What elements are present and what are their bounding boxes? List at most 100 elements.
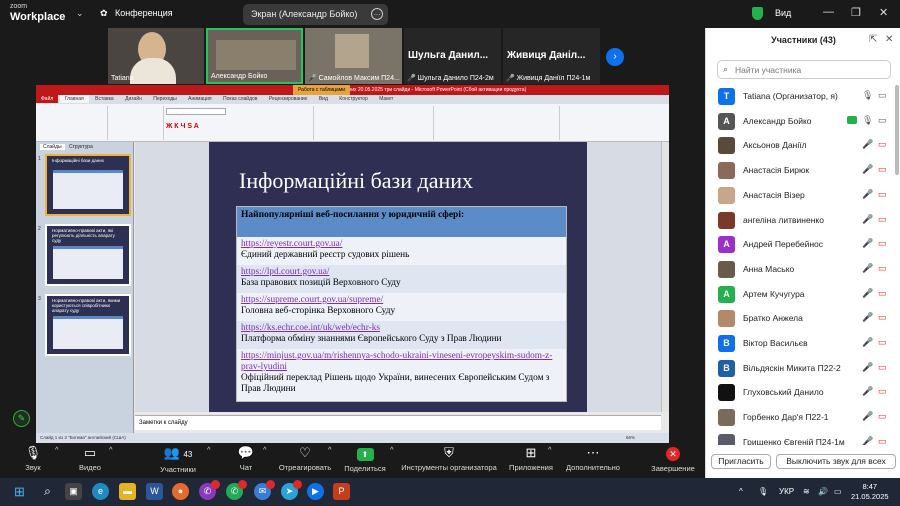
participant-row[interactable]: B Вільдяскін Микита П22-2 🎤 ▭ (706, 357, 900, 381)
chat-options-caret[interactable]: ^ (263, 445, 267, 454)
camera-off-icon[interactable]: ▭ (878, 139, 887, 150)
participants-scrollbar[interactable] (895, 85, 899, 175)
battery-icon[interactable]: ▭ (834, 487, 842, 496)
camera-off-icon[interactable]: ▭ (878, 189, 887, 200)
tab-layout[interactable]: Макет (374, 95, 398, 103)
video-button[interactable]: ▭ Видео (74, 445, 106, 472)
ribbon-group-font[interactable]: Ж К Ч S A (164, 106, 314, 140)
windows-start-icon[interactable]: ⊞ (11, 483, 28, 500)
mic-off-icon[interactable]: 🎤 (862, 337, 873, 348)
mic-off-icon[interactable]: 🎤 (862, 164, 873, 175)
tab-view[interactable]: Вид (314, 95, 333, 103)
invite-button[interactable]: Пригласить (711, 454, 771, 469)
camera-off-icon[interactable]: ▭ (878, 386, 887, 397)
ribbon-group-paragraph[interactable] (314, 106, 434, 140)
camera-off-icon[interactable]: ▭ (878, 411, 887, 422)
camera-off-icon[interactable]: ▭ (878, 238, 887, 249)
participant-row[interactable]: Грищенко Євгеній П24-1м 🎤 ▭ (706, 431, 900, 445)
chevron-down-icon[interactable]: ⌄ (76, 8, 84, 19)
zoom-level[interactable]: 66% (626, 435, 635, 440)
mic-off-icon[interactable]: 🎤 (862, 238, 873, 249)
edge-icon[interactable]: e (92, 483, 109, 500)
mute-all-button[interactable]: Выключить звук для всех (776, 454, 896, 469)
audio-options-caret[interactable]: ^ (55, 445, 59, 454)
keyboard-language[interactable]: УКР (779, 487, 794, 496)
video-options-caret[interactable]: ^ (109, 445, 113, 454)
video-tile-tatiana[interactable]: Tatiana (108, 28, 204, 84)
video-tile-zhyvytsia[interactable]: Живиця Даніл... 🎤 Живиця Даніїл П24-1м (503, 28, 600, 84)
participant-row[interactable]: A Андрей Перебейнос 🎤 ▭ (706, 233, 900, 257)
tab-review[interactable]: Рецензирование (264, 95, 313, 103)
audio-button[interactable]: 🎙 Звук (20, 445, 46, 472)
camera-off-icon[interactable]: ▭ (878, 214, 887, 225)
mic-off-icon[interactable]: 🎤 (862, 263, 873, 274)
close-panel-icon[interactable]: ✕ (885, 34, 893, 45)
next-page-arrow-icon[interactable]: › (606, 48, 624, 66)
participant-row[interactable]: T Tatiana (Организатор, я) 🎙 ▭ (706, 85, 900, 109)
editor-scrollbar[interactable] (661, 142, 669, 412)
chat-button[interactable]: 💬 Чат (236, 445, 256, 472)
view-button[interactable]: Вид (775, 8, 791, 18)
task-view-icon[interactable]: ▣ (65, 483, 82, 500)
participant-row[interactable]: Горбенко Дар'я П22-1 🎤 ▭ (706, 406, 900, 430)
tab-outline[interactable]: Структура (66, 144, 96, 150)
participant-row[interactable]: Анна Масько 🎤 ▭ (706, 258, 900, 282)
slide-thumbnail-1[interactable]: Інформаційні бази даних (45, 154, 131, 216)
system-clock[interactable]: 8:47 21.05.2025 (851, 482, 889, 502)
tab-animation[interactable]: Анимация (183, 95, 216, 103)
participant-row[interactable]: B Віктор Васильєв 🎤 ▭ (706, 332, 900, 356)
participant-row[interactable]: ангеліна литвиненко 🎤 ▭ (706, 209, 900, 233)
apps-options-caret[interactable]: ^ (548, 445, 552, 454)
close-icon[interactable]: ✕ (879, 6, 888, 19)
link-echr[interactable]: https://ks.echr.coe.int/uk/web/echr-ks (241, 323, 562, 334)
wifi-icon[interactable]: ≋ (803, 487, 810, 496)
volume-icon[interactable]: 🔊 (818, 487, 828, 496)
search-icon[interactable]: ⌕ (39, 483, 56, 500)
ribbon-group-slides[interactable] (108, 106, 164, 140)
tab-transitions[interactable]: Переходы (148, 95, 181, 103)
telegram-icon[interactable]: ➤ (281, 480, 302, 500)
video-tile-active-speaker[interactable]: Александр Бойко (206, 28, 303, 84)
participant-row[interactable]: Анастасія Візер 🎤 ▭ (706, 184, 900, 208)
tab-insert[interactable]: Вставка (90, 95, 119, 103)
camera-icon[interactable]: ▭ (878, 90, 887, 101)
camera-off-icon[interactable]: ▭ (878, 312, 887, 323)
participant-row[interactable]: Аксьонов Даніїл 🎤 ▭ (706, 134, 900, 158)
slide-thumbnail-3[interactable]: Нормативно-правові акти, якими користуют… (45, 294, 131, 356)
video-tile-shulha[interactable]: Шульга Данил... 🎤 Шульга Данило П24-2м (404, 28, 501, 84)
link-minjust[interactable]: https://minjust.gov.ua/m/rishennya-schod… (241, 351, 562, 373)
more-button[interactable]: ⋯ Дополнительно (563, 445, 623, 472)
camera-icon[interactable]: ▭ (878, 115, 887, 126)
mic-off-icon[interactable]: 🎤 (862, 189, 873, 200)
ribbon-group-editing[interactable] (560, 106, 665, 140)
security-shield-icon[interactable] (752, 7, 763, 20)
host-tools-button[interactable]: ⛨ Инструменты организатора (398, 445, 500, 472)
slide-canvas[interactable]: Інформаційні бази даних Найпопулярніші в… (209, 142, 587, 412)
file-explorer-icon[interactable]: ▬ (119, 483, 136, 500)
camera-off-icon[interactable]: ▭ (878, 263, 887, 274)
participants-options-caret[interactable]: ^ (207, 445, 211, 454)
powerpoint-icon[interactable]: P (333, 483, 350, 500)
screen-share-indicator[interactable]: Экран (Александр Бойко)… (243, 4, 388, 25)
slide-editor[interactable]: Інформаційні бази даних Найпопулярніші в… (135, 142, 661, 412)
tab-home[interactable]: Главная (59, 95, 89, 103)
participant-search-input[interactable]: ⌕ Найти участника (717, 60, 891, 79)
zoom-taskbar-icon[interactable]: ▶ (307, 483, 324, 500)
tray-overflow-icon[interactable]: ^ (739, 487, 743, 496)
mic-off-icon[interactable]: 🎤 (862, 411, 873, 422)
mic-icon[interactable]: 🎙 (862, 90, 873, 101)
popout-icon[interactable]: ⇱ (869, 34, 877, 45)
slide-title[interactable]: Інформаційні бази даних (239, 168, 473, 194)
ribbon-group-clipboard[interactable] (38, 106, 108, 140)
viber-icon[interactable]: ✆ (199, 480, 220, 500)
mic-off-icon[interactable]: 🎤 (862, 214, 873, 225)
share-button[interactable]: ⬆ Поделиться (342, 445, 388, 473)
firefox-icon[interactable]: ● (172, 483, 189, 500)
camera-off-icon[interactable]: ▭ (878, 288, 887, 299)
participant-row[interactable]: A Артем Кучугура 🎤 ▭ (706, 283, 900, 307)
video-tile-samoilov[interactable]: 🎤 Самойлов Максим П24... (305, 28, 402, 84)
mic-off-icon[interactable]: 🎤 (862, 288, 873, 299)
participant-row[interactable]: Глуховський Данило 🎤 ▭ (706, 381, 900, 405)
tab-slides[interactable]: Слайды (40, 144, 65, 150)
camera-off-icon[interactable]: ▭ (878, 164, 887, 175)
